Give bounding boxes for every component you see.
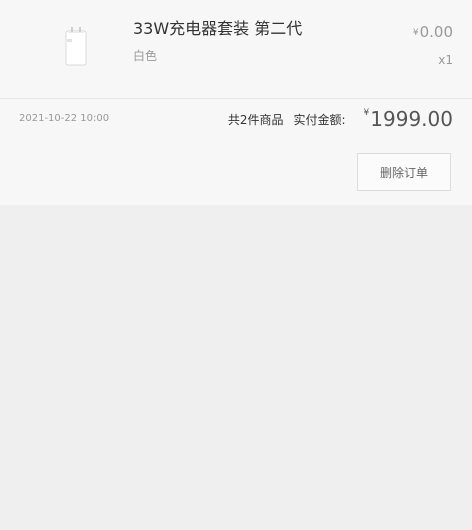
paid-amount-label: 实付金额: bbox=[293, 112, 346, 127]
empty-list-area bbox=[0, 205, 472, 530]
currency-symbol: ¥ bbox=[412, 28, 419, 38]
product-variant: 白色 bbox=[133, 49, 158, 63]
delete-order-button[interactable]: 删除订单 bbox=[357, 153, 451, 191]
product-name: 33W充电器套装 第二代 bbox=[133, 19, 303, 38]
product-price-value: 0.00 bbox=[419, 23, 453, 41]
divider bbox=[0, 98, 472, 99]
order-date: 2021-10-22 10:00 bbox=[19, 113, 110, 124]
charger-icon bbox=[50, 18, 104, 72]
currency-symbol: ¥ bbox=[363, 108, 370, 118]
item-count: 共2件商品 bbox=[227, 112, 284, 127]
paid-amount-value: 1999.00 bbox=[370, 107, 453, 131]
product-price: ¥0.00 bbox=[413, 22, 453, 42]
product-quantity: x1 bbox=[438, 53, 453, 67]
order-product-row[interactable]: 33W充电器套装 第二代 白色 ¥0.00 x1 bbox=[0, 0, 472, 98]
order-card: 33W充电器套装 第二代 白色 ¥0.00 x1 2021-10-22 10:0… bbox=[0, 0, 472, 205]
paid-amount: ¥1999.00 bbox=[364, 107, 453, 131]
order-summary: 共2件商品 实付金额: ¥1999.00 bbox=[228, 106, 453, 132]
